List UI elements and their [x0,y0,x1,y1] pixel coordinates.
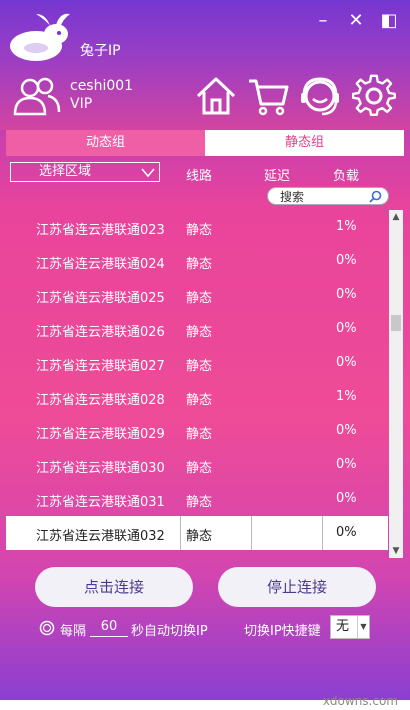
gear-icon[interactable] [352,74,396,118]
home-icon[interactable] [194,74,238,118]
server-name: 江苏省连云港联通031 [36,495,165,510]
hotkey-label: 切换IP快捷键 [244,624,321,639]
server-row[interactable]: 江苏省连云港联通028 静态 1% [6,380,388,414]
server-name: 江苏省连云港联通027 [36,359,165,374]
server-route: 静态 [186,427,213,442]
column-header-delay[interactable]: 延迟 [264,165,290,184]
user-level: VIP [70,96,93,112]
server-load: 1% [336,219,357,234]
server-load: 0% [336,321,357,336]
scroll-down-icon[interactable]: ▼ [389,544,403,558]
server-load: 0% [336,355,357,370]
server-load: 0% [336,525,357,540]
interval-seconds-input[interactable] [90,617,128,637]
server-row[interactable]: 江苏省连云港联通026 静态 0% [6,312,388,346]
side-panel-button[interactable]: ◧ [378,10,400,32]
server-row[interactable]: 江苏省连云港联通025 静态 0% [6,278,388,312]
server-name: 江苏省连云港联通028 [36,393,165,408]
server-row[interactable]: 江苏省连云港联通030 静态 0% [6,448,388,482]
server-name: 江苏省连云港联通030 [36,461,165,476]
server-name: 江苏省连云港联通024 [36,257,165,272]
server-route: 静态 [186,257,213,272]
hotkey-select[interactable]: 无 ▼ [330,615,370,639]
cell-divider [180,516,181,550]
interval-suffix-label: 秒自动切换IP [131,624,208,639]
scroll-thumb[interactable] [391,315,401,331]
server-route: 静态 [186,325,213,340]
hotkey-value: 无 [336,619,350,634]
search-icon[interactable] [369,190,382,203]
tab-dynamic-group[interactable]: 动态组 [6,130,205,156]
server-name: 江苏省连云港联通025 [36,291,165,306]
server-list: 江苏省连云港联通023 静态 1% 江苏省连云港联通024 静态 0% 江苏省连云港联通02… [6,210,388,550]
app-title: 兔子IP [80,43,121,59]
cart-icon[interactable] [246,74,290,118]
rabbit-logo-icon [10,13,70,61]
server-name: 江苏省连云港联通029 [36,427,165,442]
region-select-label: 选择区域 [39,164,92,179]
tab-static-group[interactable]: 静态组 [205,130,404,156]
server-route: 静态 [186,529,213,544]
interval-prefix-label: 每隔 [60,624,87,639]
server-load: 0% [336,457,357,472]
users-avatar-icon [13,77,61,116]
server-name: 江苏省连云港联通032 [36,529,165,544]
server-row[interactable]: 江苏省连云港联通031 静态 0% [6,482,388,516]
stop-button[interactable]: 停止连接 [218,567,376,607]
server-load: 0% [336,491,357,506]
server-row[interactable]: 江苏省连云港联通029 静态 0% [6,414,388,448]
server-row[interactable]: 江苏省连云港联通024 静态 0% [6,244,388,278]
dropdown-arrow-icon[interactable]: ▼ [357,616,369,638]
auto-switch-radio-icon[interactable] [39,620,55,636]
server-route: 静态 [186,359,213,374]
server-name: 江苏省连云港联通026 [36,325,165,340]
cell-divider [251,516,252,550]
watermark: xdowns.com [322,694,398,708]
region-select[interactable]: 选择区域 [10,162,160,182]
server-route: 静态 [186,461,213,476]
scroll-up-icon[interactable]: ▲ [389,210,403,224]
server-load: 1% [336,389,357,404]
column-header-load[interactable]: 负载 [333,165,359,184]
search-placeholder: 搜索 [280,190,305,204]
server-load: 0% [336,253,357,268]
chevron-down-icon [141,168,155,178]
server-route: 静态 [186,495,213,510]
server-row[interactable]: 江苏省连云港联通023 静态 1% [6,210,388,244]
username: ceshi001 [70,78,134,94]
app-window: 兔子IP – ✕ ◧ ceshi001 VIP 动态组 静态组 选择区域 线路 … [0,0,410,700]
minimize-button[interactable]: – [312,10,334,32]
server-route: 静态 [186,291,213,306]
close-button[interactable]: ✕ [345,10,367,32]
server-load: 0% [336,287,357,302]
server-name: 江苏省连云港联通023 [36,223,165,238]
server-load: 0% [336,423,357,438]
search-input[interactable]: 搜索 [267,187,389,205]
group-tabs: 动态组 静态组 [6,130,404,156]
server-row[interactable]: 江苏省连云港联通027 静态 0% [6,346,388,380]
customer-service-icon[interactable] [298,74,342,118]
server-route: 静态 [186,223,213,238]
list-scrollbar[interactable]: ▲ ▼ [389,210,403,558]
server-route: 静态 [186,393,213,408]
cell-divider [322,516,323,550]
column-header-route[interactable]: 线路 [186,165,212,184]
connect-button[interactable]: 点击连接 [35,567,193,607]
server-row[interactable]: 江苏省连云港联通032 静态 0% [6,516,388,550]
